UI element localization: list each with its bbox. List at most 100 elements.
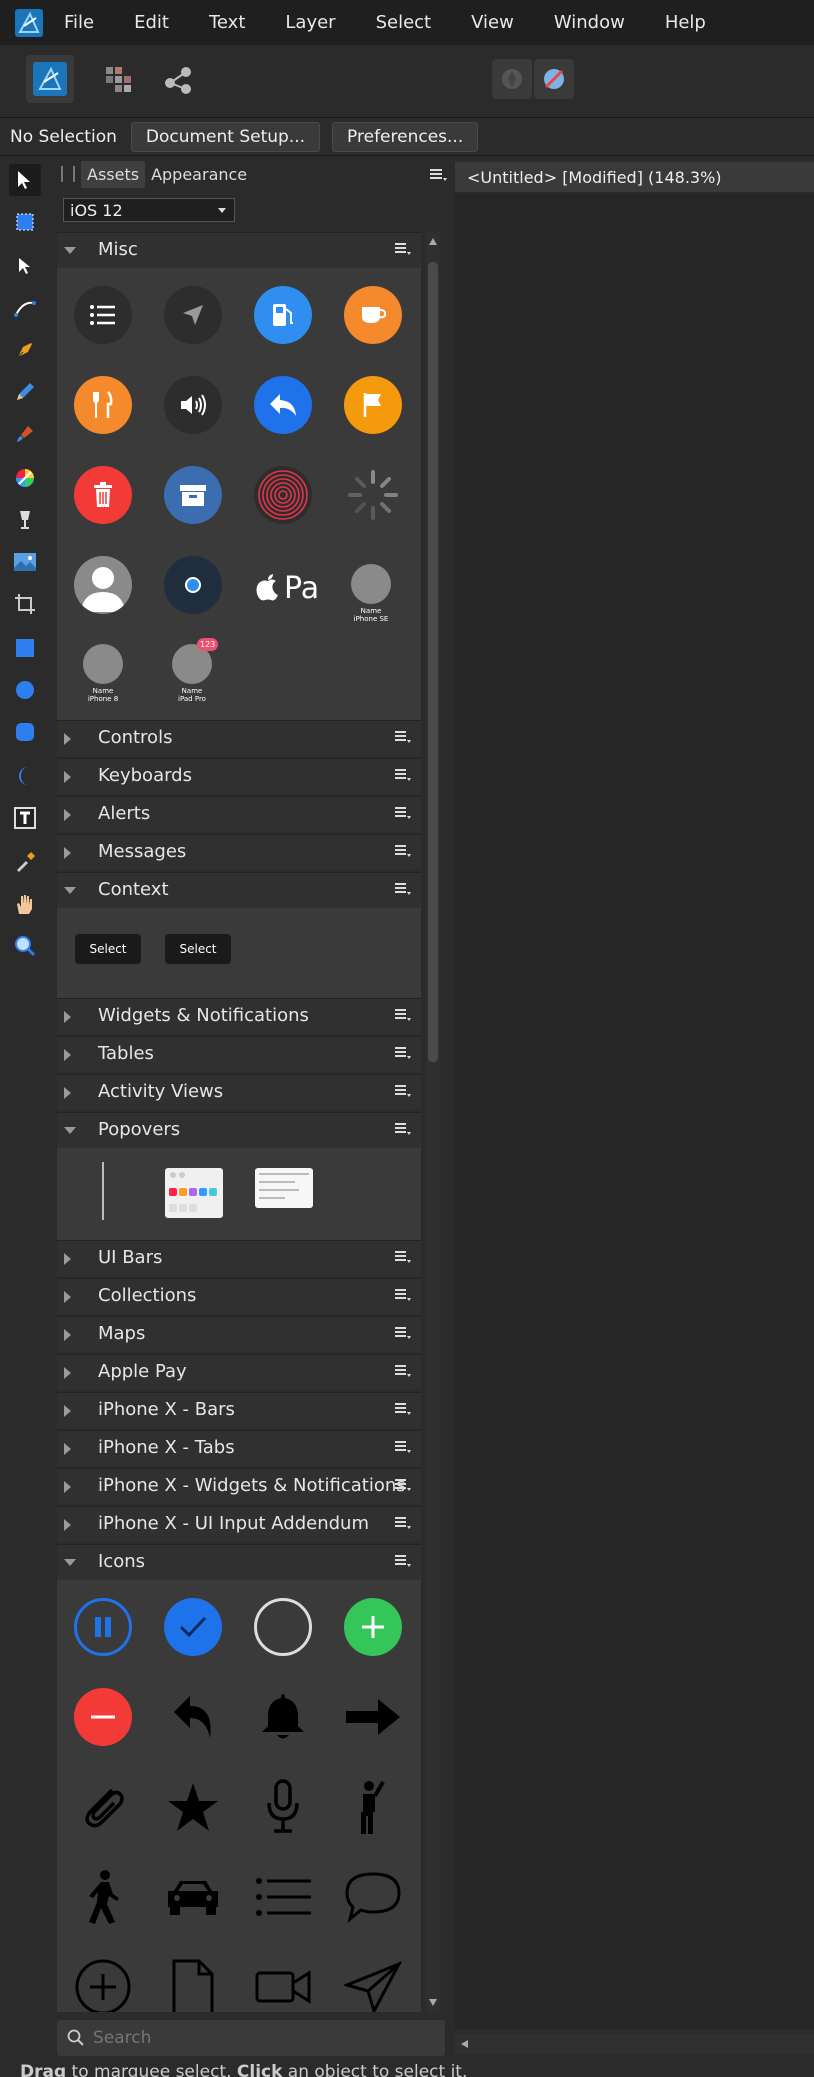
apple-pay-mark[interactable]: Pa (254, 568, 319, 608)
category-menu-icon[interactable] (395, 844, 411, 858)
popover-divider-asset[interactable] (102, 1162, 104, 1220)
designer-persona-button[interactable] (26, 55, 74, 103)
empty-circle-icon[interactable] (254, 1598, 312, 1656)
reply-icon[interactable] (254, 376, 312, 434)
point-transform-tool-icon[interactable] (9, 292, 41, 324)
horizontal-scrollbar[interactable] (455, 2034, 814, 2054)
category-menu-icon[interactable] (395, 882, 411, 896)
category-context[interactable]: Context (57, 872, 421, 908)
expand-triangle-icon[interactable] (64, 1443, 71, 1455)
category-menu-icon[interactable] (395, 768, 411, 782)
location-arrow-icon[interactable] (164, 286, 222, 344)
expand-triangle-icon[interactable] (64, 887, 76, 894)
flag-icon[interactable] (344, 376, 402, 434)
vector-brush-tool-icon[interactable] (9, 418, 41, 450)
ellipse-tool-icon[interactable] (9, 674, 41, 706)
bell-icon[interactable] (254, 1688, 312, 1746)
expand-triangle-icon[interactable] (64, 247, 76, 254)
minus-icon[interactable] (74, 1688, 132, 1746)
fuel-icon[interactable] (254, 286, 312, 344)
walking-person-icon[interactable] (74, 1868, 132, 1926)
document-setup-button[interactable]: Document Setup... (130, 121, 321, 152)
asset-library-select[interactable]: iOS 12 (63, 198, 235, 222)
category-maps[interactable]: Maps (57, 1316, 421, 1352)
fill-tool-icon[interactable] (9, 462, 41, 494)
category-collections[interactable]: Collections (57, 1278, 421, 1314)
document-tab[interactable]: <Untitled> [Modified] (148.3%) (455, 162, 814, 192)
affinity-designer-logo-icon[interactable] (14, 8, 44, 38)
menu-edit[interactable]: Edit (134, 12, 169, 33)
move-tool-icon[interactable] (9, 164, 41, 196)
expand-triangle-icon[interactable] (64, 1559, 76, 1566)
bulleted-list-icon[interactable] (254, 1868, 312, 1926)
expand-triangle-icon[interactable] (64, 1253, 71, 1265)
rectangle-tool-icon[interactable] (9, 632, 41, 664)
paperclip-icon[interactable] (74, 1778, 132, 1836)
fork-knife-icon[interactable] (74, 376, 132, 434)
preferences-button[interactable]: Preferences... (332, 121, 479, 152)
place-image-tool-icon[interactable] (9, 546, 41, 578)
crescent-tool-icon[interactable] (9, 760, 41, 792)
scroll-down-icon[interactable] (429, 1999, 437, 2006)
artboard-tool-icon[interactable] (9, 206, 41, 238)
scroll-up-icon[interactable] (429, 238, 437, 245)
node-tool-icon[interactable] (9, 250, 41, 282)
category-alerts[interactable]: Alerts (57, 796, 421, 832)
expand-triangle-icon[interactable] (64, 1127, 76, 1134)
view-tool-icon[interactable] (9, 888, 41, 920)
menu-window[interactable]: Window (554, 12, 625, 33)
tab-appearance[interactable]: Appearance (145, 161, 253, 188)
contact-bubble-8[interactable] (83, 644, 123, 684)
radio-dot-icon[interactable] (164, 556, 222, 614)
list-icon[interactable] (74, 286, 132, 344)
category-iphone-x-widgets[interactable]: iPhone X - Widgets & Notifications (57, 1468, 421, 1504)
car-icon[interactable] (164, 1868, 222, 1926)
menu-text[interactable]: Text (209, 12, 245, 33)
assets-scrollbar[interactable] (426, 232, 440, 2012)
category-tables[interactable]: Tables (57, 1036, 421, 1072)
category-controls[interactable]: Controls (57, 720, 421, 756)
scroll-left-icon[interactable] (461, 2040, 468, 2048)
category-popovers[interactable]: Popovers (57, 1112, 421, 1148)
category-menu-icon[interactable] (395, 1046, 411, 1060)
coffee-cup-icon[interactable] (344, 286, 402, 344)
expand-triangle-icon[interactable] (64, 1291, 71, 1303)
microphone-icon[interactable] (254, 1778, 312, 1836)
expand-triangle-icon[interactable] (64, 1329, 71, 1341)
search-input[interactable] (91, 2027, 415, 2049)
context-select-asset[interactable]: Select (75, 934, 141, 964)
tab-assets[interactable]: Assets (81, 160, 146, 188)
pen-tool-icon[interactable] (9, 334, 41, 366)
expand-triangle-icon[interactable] (64, 1049, 71, 1061)
send-paper-plane-icon[interactable] (344, 1958, 402, 2012)
archive-box-icon[interactable] (164, 466, 222, 524)
category-iphone-x-bars[interactable]: iPhone X - Bars (57, 1392, 421, 1428)
category-menu-icon[interactable] (395, 1122, 411, 1136)
category-menu-icon[interactable] (395, 1084, 411, 1098)
expand-triangle-icon[interactable] (64, 1405, 71, 1417)
expand-triangle-icon[interactable] (64, 1087, 71, 1099)
panel-grip-icon[interactable] (61, 166, 75, 182)
menu-select[interactable]: Select (376, 12, 432, 33)
category-menu-icon[interactable] (395, 1440, 411, 1454)
category-activity-views[interactable]: Activity Views (57, 1074, 421, 1110)
arrow-right-icon[interactable] (344, 1688, 402, 1746)
category-menu-icon[interactable] (395, 730, 411, 744)
category-ui-bars[interactable]: UI Bars (57, 1240, 421, 1276)
category-menu-icon[interactable] (395, 242, 411, 256)
menu-view[interactable]: View (471, 12, 514, 33)
category-menu-icon[interactable] (395, 1364, 411, 1378)
scrollbar-thumb[interactable] (428, 262, 438, 1062)
category-menu-icon[interactable] (395, 806, 411, 820)
expand-triangle-icon[interactable] (64, 1011, 71, 1023)
reply-arrow-icon[interactable] (164, 1688, 222, 1746)
speaker-icon[interactable] (164, 376, 222, 434)
document-canvas[interactable] (455, 194, 814, 2029)
category-menu-icon[interactable] (395, 1516, 411, 1530)
category-misc[interactable]: Misc (57, 232, 421, 268)
panel-menu-icon[interactable] (429, 167, 447, 186)
document-icon[interactable] (164, 1958, 222, 2012)
category-menu-icon[interactable] (395, 1008, 411, 1022)
checkmark-icon[interactable] (164, 1598, 222, 1656)
menu-help[interactable]: Help (665, 12, 706, 33)
